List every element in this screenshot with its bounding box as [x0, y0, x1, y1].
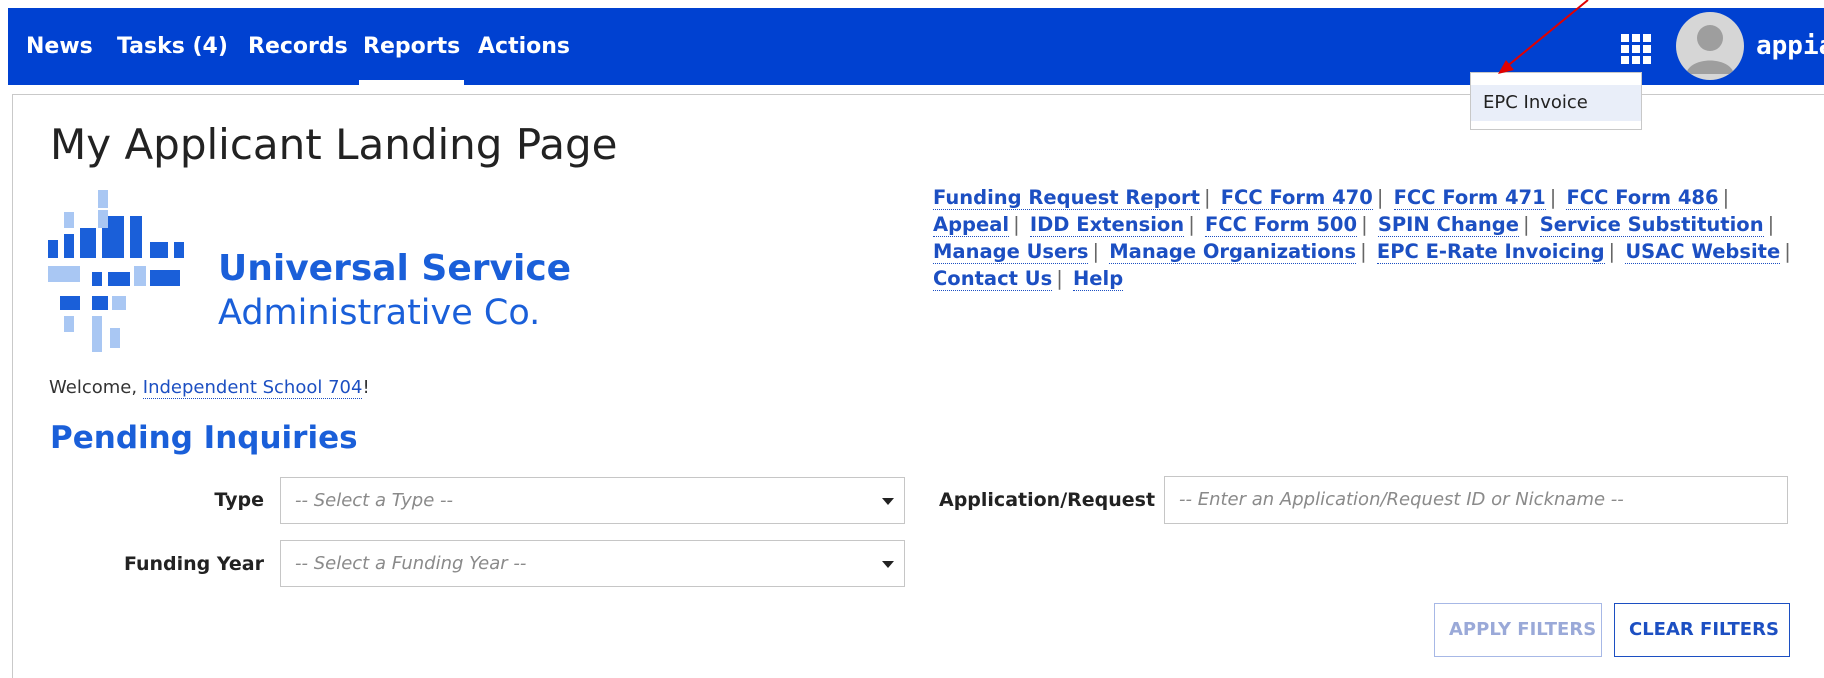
link-fcc-form-486[interactable]: FCC Form 486	[1566, 186, 1719, 210]
type-label: Type	[214, 489, 264, 511]
funding-year-select[interactable]: -- Select a Funding Year --	[280, 540, 905, 587]
link-service-substitution[interactable]: Service Substitution	[1539, 213, 1764, 237]
welcome-prefix: Welcome,	[49, 377, 143, 398]
funding-year-label: Funding Year	[123, 553, 264, 575]
link-contact-us[interactable]: Contact Us	[933, 267, 1053, 291]
logo-text-line2: Administrative Co.	[218, 293, 541, 333]
chevron-down-icon	[882, 561, 894, 568]
link-fcc-form-470[interactable]: FCC Form 470	[1220, 186, 1373, 210]
link-funding-request-report[interactable]: Funding Request Report	[933, 186, 1200, 210]
link-spin-change[interactable]: SPIN Change	[1377, 213, 1519, 237]
section-title-pending-inquiries: Pending Inquiries	[50, 420, 358, 456]
link-epc-e-rate-invoicing[interactable]: EPC E-Rate Invoicing	[1376, 240, 1605, 264]
welcome-suffix: !	[362, 377, 370, 398]
clear-filters-button[interactable]: CLEAR FILTERS	[1614, 603, 1790, 657]
chevron-down-icon	[882, 498, 894, 505]
apply-filters-button[interactable]: APPLY FILTERS	[1434, 603, 1602, 657]
link-idd-extension[interactable]: IDD Extension	[1029, 213, 1185, 237]
type-select[interactable]: -- Select a Type --	[280, 477, 905, 524]
link-fcc-form-471[interactable]: FCC Form 471	[1393, 186, 1546, 210]
logo-text-line1: Universal Service	[218, 248, 572, 289]
link-fcc-form-500[interactable]: FCC Form 500	[1204, 213, 1358, 237]
application-request-placeholder: -- Enter an Application/Request ID or Ni…	[1179, 489, 1624, 510]
annotation-arrow-icon	[1498, 0, 1589, 74]
welcome-org-link[interactable]: Independent School 704	[142, 377, 363, 399]
link-usac-website[interactable]: USAC Website	[1625, 240, 1781, 264]
link-appeal[interactable]: Appeal	[933, 213, 1010, 237]
type-placeholder: -- Select a Type --	[295, 490, 454, 511]
application-request-input[interactable]: -- Enter an Application/Request ID or Ni…	[1164, 476, 1788, 524]
application-request-label: Application/Request	[939, 489, 1156, 511]
link-help[interactable]: Help	[1072, 267, 1124, 291]
usac-logo-icon	[48, 190, 184, 352]
funding-year-placeholder: -- Select a Funding Year --	[295, 553, 527, 574]
quick-links: Funding Request Report | FCC Form 470 | FC…	[933, 186, 1791, 291]
link-manage-organizations[interactable]: Manage Organizations	[1109, 240, 1357, 264]
page-title: My Applicant Landing Page	[50, 120, 618, 169]
welcome-message: Welcome, Independent School 704!	[49, 377, 370, 399]
link-manage-users[interactable]: Manage Users	[933, 240, 1089, 264]
